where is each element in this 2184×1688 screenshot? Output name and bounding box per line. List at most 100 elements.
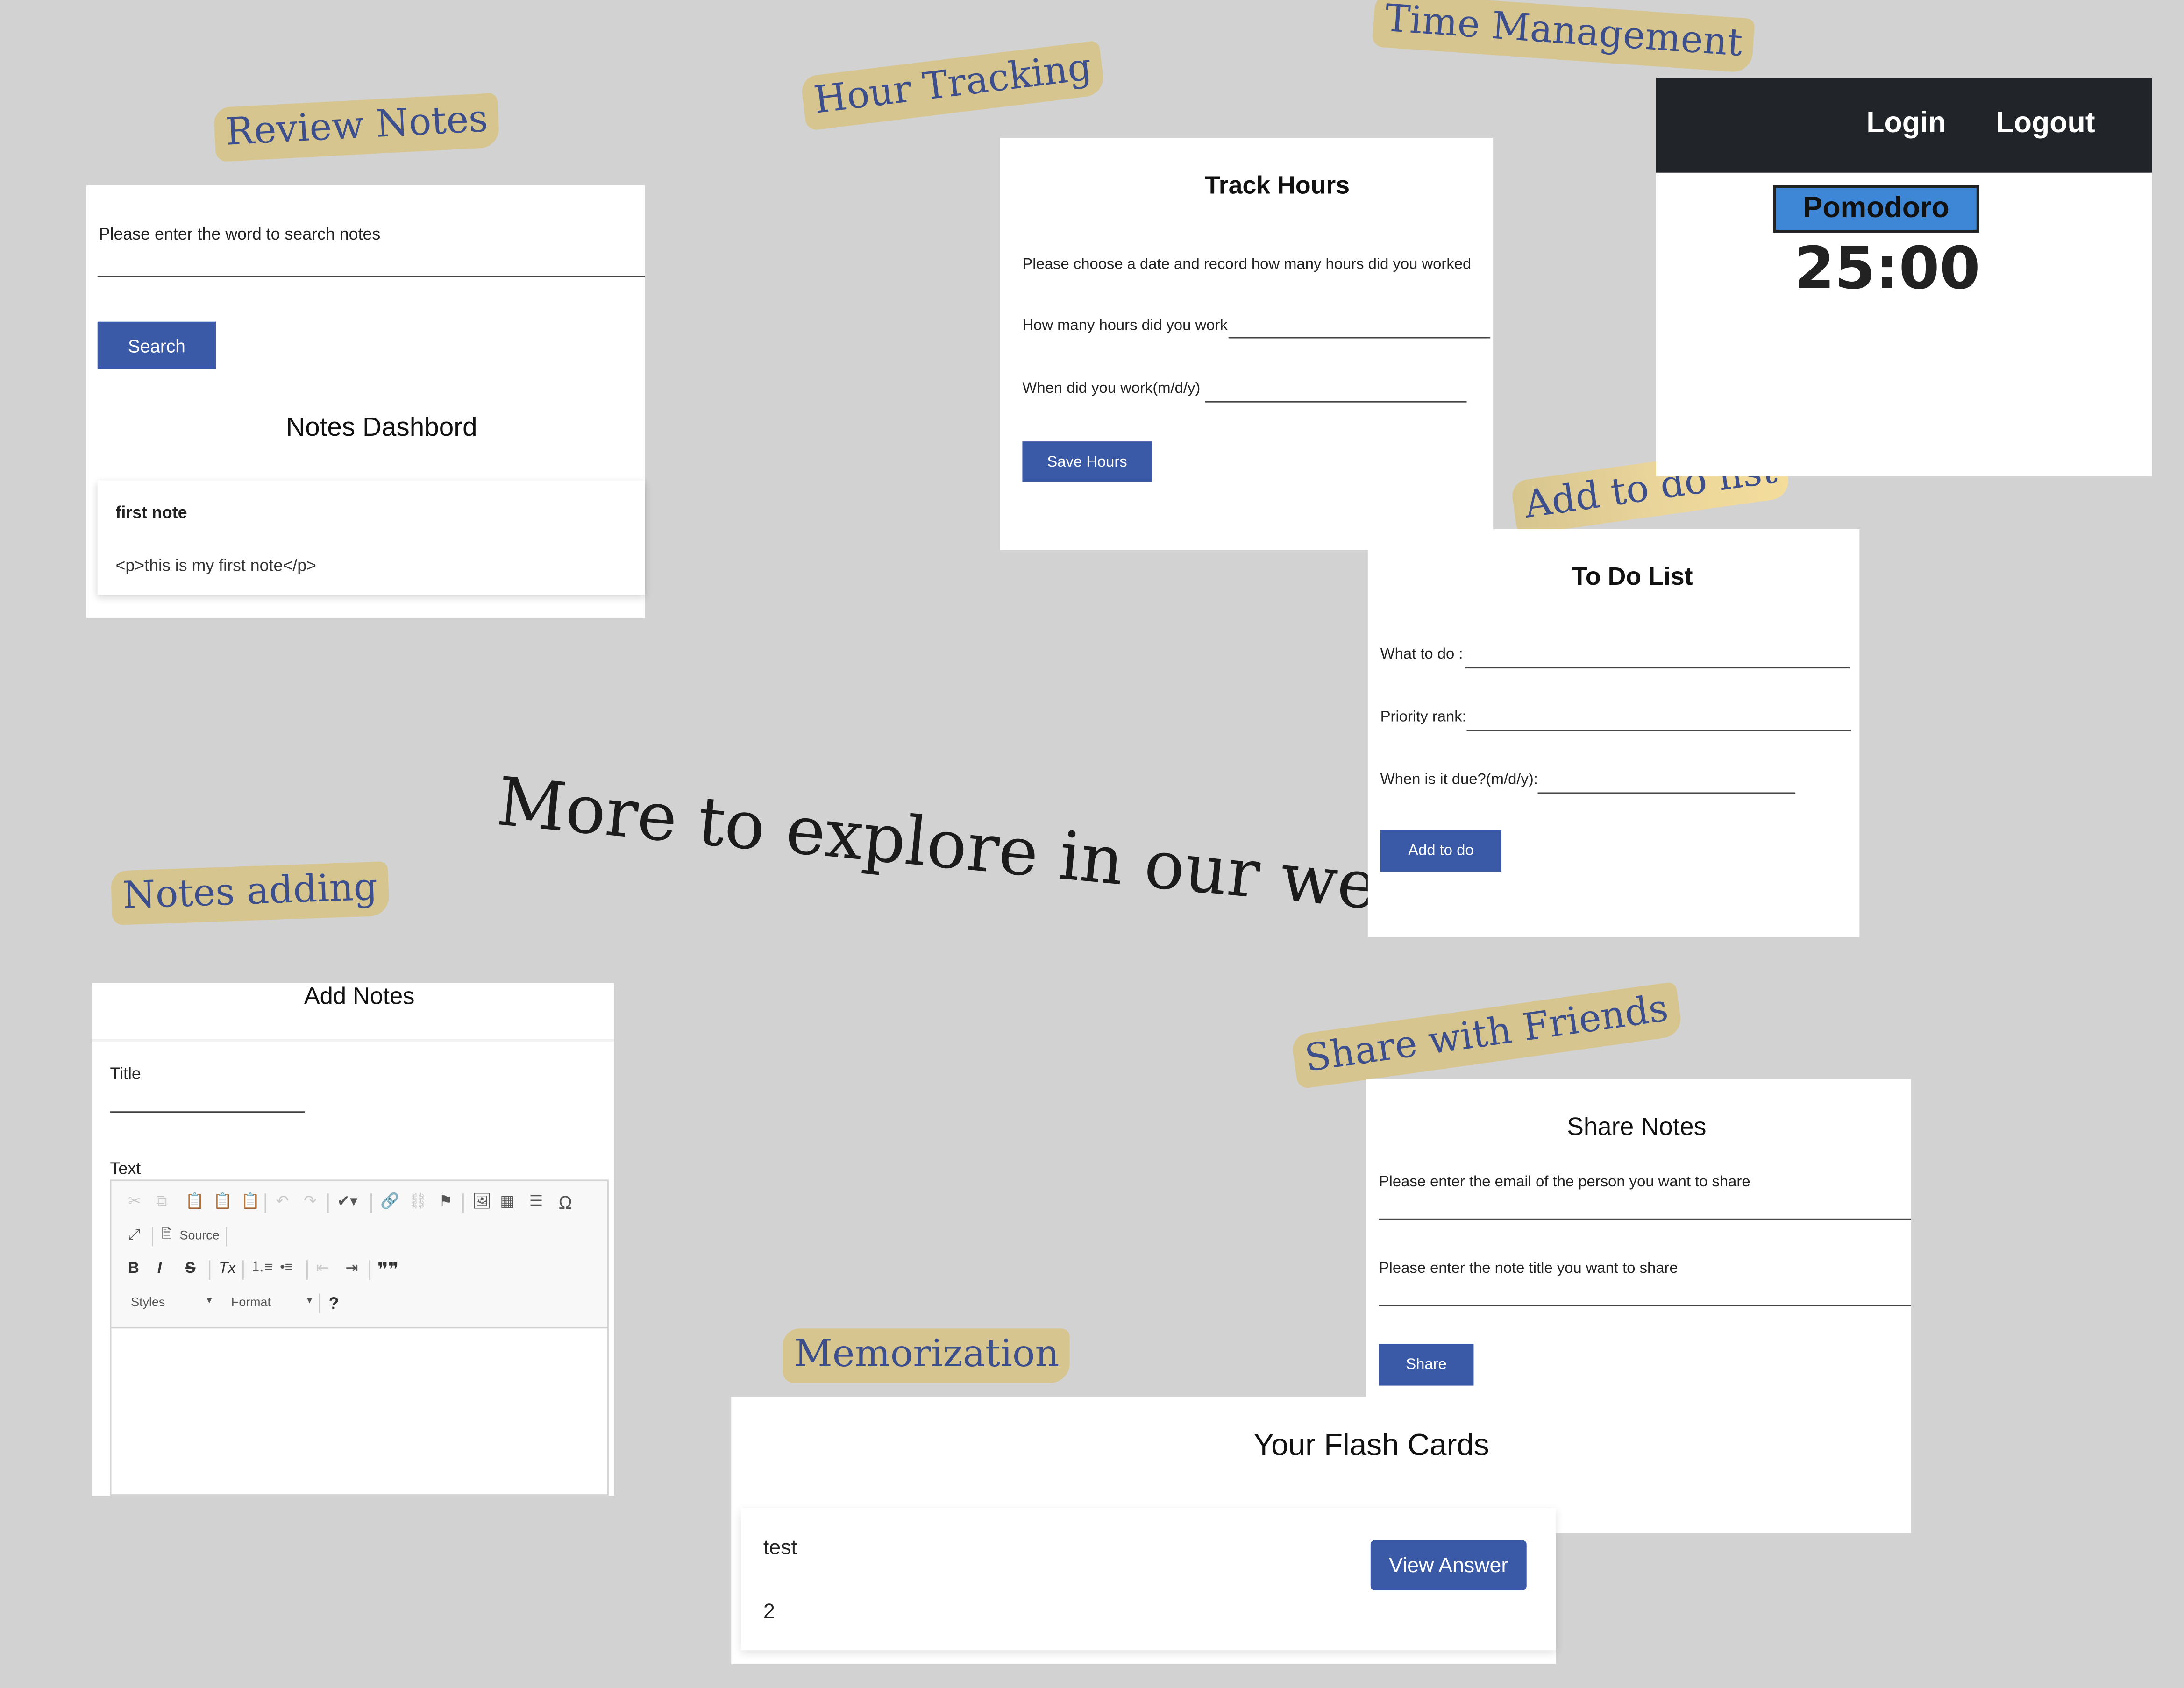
table-icon[interactable]: ▦ xyxy=(500,1194,514,1210)
numbered-list-icon[interactable]: ⒈≡ xyxy=(251,1261,273,1276)
navbar: Login Logout xyxy=(1656,78,2152,173)
copy-icon[interactable]: ⧉ xyxy=(156,1194,167,1210)
logout-link[interactable]: Logout xyxy=(1996,107,2095,141)
toolbar-separator xyxy=(226,1227,227,1247)
add-todo-button[interactable]: Add to do xyxy=(1380,830,1502,872)
paste-icon[interactable]: 📋 xyxy=(185,1194,205,1210)
toolbar-separator xyxy=(242,1260,244,1280)
note-card[interactable]: first note <p>this is my first note</p> xyxy=(97,480,645,595)
help-icon[interactable]: ? xyxy=(329,1295,339,1312)
track-hours-panel: Track Hours Please choose a date and rec… xyxy=(1000,138,1494,550)
note-title: first note xyxy=(115,503,187,523)
add-notes-title: Add Notes xyxy=(304,983,415,1010)
hours-input[interactable] xyxy=(1228,337,1491,339)
anchor-icon[interactable]: ⚑ xyxy=(439,1194,452,1210)
format-dropdown[interactable]: Format ▾ xyxy=(223,1292,315,1315)
card-answer-value: 2 xyxy=(763,1600,775,1624)
undo-icon[interactable]: ↶ xyxy=(276,1194,288,1210)
timer-display: 25:00 xyxy=(1794,234,1980,302)
tag-hour-tracking: Hour Tracking xyxy=(800,40,1106,131)
horizontal-line-icon[interactable]: ☰ xyxy=(529,1194,543,1210)
what-input[interactable] xyxy=(1465,667,1850,669)
maximize-icon[interactable]: ⤢ xyxy=(128,1227,140,1244)
paste-word-icon[interactable]: 📋 xyxy=(241,1194,260,1210)
bold-icon[interactable]: B xyxy=(128,1261,139,1277)
bulleted-list-icon[interactable]: •≡ xyxy=(280,1261,293,1276)
flash-cards-panel: Your Flash Cards test 2 View Answer xyxy=(731,1397,1556,1664)
outdent-icon[interactable]: ⇤ xyxy=(316,1261,329,1277)
title-divider xyxy=(92,1039,614,1042)
toolbar-separator xyxy=(319,1293,320,1313)
styles-label: Styles xyxy=(131,1295,165,1309)
toolbar-separator xyxy=(462,1193,464,1213)
toolbar-separator xyxy=(306,1260,308,1280)
rich-text-editor[interactable]: ✂ ⧉ 📋 📋 📋 ↶ ↷ ✔▾ 🔗 ⛓ ⚑ 🖼 ▦ ☰ Ω ⤢ 🗎 Sourc… xyxy=(110,1179,609,1496)
todo-title: To Do List xyxy=(1572,562,1693,591)
strikethrough-icon[interactable]: S xyxy=(185,1261,196,1277)
source-icon[interactable]: 🗎 xyxy=(162,1227,172,1241)
flash-card[interactable]: test 2 View Answer xyxy=(741,1508,1556,1651)
card-question: test xyxy=(763,1536,797,1560)
what-label: What to do : xyxy=(1380,646,1463,663)
indent-icon[interactable]: ⇥ xyxy=(345,1261,358,1277)
tag-review-notes: Review Notes xyxy=(213,92,501,162)
special-character-icon[interactable]: Ω xyxy=(559,1193,572,1212)
format-label: Format xyxy=(231,1295,271,1309)
review-notes-panel: Please enter the word to search notes Se… xyxy=(86,185,645,618)
paste-text-icon[interactable]: 📋 xyxy=(213,1194,232,1210)
toolbar-separator xyxy=(327,1193,329,1213)
due-label: When is it due?(m/d/y): xyxy=(1380,771,1538,788)
tag-share-friends: Share with Friends xyxy=(1290,981,1683,1090)
hours-label: How many hours did you work xyxy=(1022,317,1228,334)
unlink-icon[interactable]: ⛓ xyxy=(408,1194,428,1210)
track-instruction: Please choose a date and record how many… xyxy=(1022,256,1472,273)
note-title-label: Please enter the note title you want to … xyxy=(1379,1260,1678,1277)
timer-panel: Login Logout Pomodoro 25:00 xyxy=(1656,78,2152,476)
login-link[interactable]: Login xyxy=(1866,107,1946,141)
editor-content-area[interactable] xyxy=(111,1328,607,1488)
chevron-down-icon: ▾ xyxy=(206,1296,212,1306)
search-input[interactable] xyxy=(97,276,645,277)
text-label: Text xyxy=(110,1158,141,1178)
pomodoro-button[interactable]: Pomodoro xyxy=(1773,185,1979,233)
editor-toolbar: ✂ ⧉ 📋 📋 📋 ↶ ↷ ✔▾ 🔗 ⛓ ⚑ 🖼 ▦ ☰ Ω ⤢ 🗎 Sourc… xyxy=(111,1181,607,1329)
source-button[interactable]: Source xyxy=(180,1229,220,1242)
chevron-down-icon: ▾ xyxy=(307,1296,312,1306)
priority-input[interactable] xyxy=(1466,730,1851,731)
due-input[interactable] xyxy=(1537,792,1796,794)
title-label: Title xyxy=(110,1064,141,1084)
redo-icon[interactable]: ↷ xyxy=(304,1194,316,1210)
blockquote-icon[interactable]: ❞❞ xyxy=(377,1260,399,1278)
share-button[interactable]: Share xyxy=(1379,1344,1474,1386)
spellcheck-icon[interactable]: ✔▾ xyxy=(337,1194,358,1210)
title-input[interactable] xyxy=(110,1111,305,1113)
email-label: Please enter the email of the person you… xyxy=(1379,1174,1750,1191)
collage: More to explore in our website Review No… xyxy=(0,0,2184,1688)
tag-notes-adding: Notes adding xyxy=(110,861,390,926)
toolbar-separator xyxy=(370,1193,372,1213)
add-notes-panel: Add Notes Title Text ✂ ⧉ 📋 📋 📋 ↶ ↷ ✔▾ 🔗 … xyxy=(92,983,614,1496)
toolbar-separator xyxy=(209,1260,211,1280)
priority-label: Priority rank: xyxy=(1380,709,1466,726)
view-answer-button[interactable]: View Answer xyxy=(1370,1540,1527,1590)
notes-dashboard-title: Notes Dashbord xyxy=(286,413,477,443)
toolbar-separator xyxy=(264,1193,266,1213)
todo-panel: To Do List What to do : Priority rank: W… xyxy=(1367,529,1860,937)
styles-dropdown[interactable]: Styles ▾ xyxy=(122,1292,214,1315)
note-body: <p>this is my first note</p> xyxy=(115,555,317,575)
date-input[interactable] xyxy=(1204,401,1467,403)
search-button[interactable]: Search xyxy=(97,321,216,369)
toolbar-separator xyxy=(151,1227,153,1247)
email-input[interactable] xyxy=(1379,1218,1911,1220)
remove-format-icon[interactable]: Tx xyxy=(219,1261,235,1277)
cut-icon[interactable]: ✂ xyxy=(128,1194,141,1210)
tag-memorization: Memorization xyxy=(783,1328,1071,1383)
toolbar-separator xyxy=(369,1260,371,1280)
track-hours-title: Track Hours xyxy=(1204,171,1350,199)
italic-icon[interactable]: I xyxy=(157,1261,162,1277)
image-icon[interactable]: 🖼 xyxy=(472,1194,492,1210)
date-label: When did you work(m/d/y) xyxy=(1022,380,1201,397)
save-hours-button[interactable]: Save Hours xyxy=(1022,441,1152,482)
note-title-input[interactable] xyxy=(1379,1305,1911,1306)
link-icon[interactable]: 🔗 xyxy=(380,1194,399,1210)
